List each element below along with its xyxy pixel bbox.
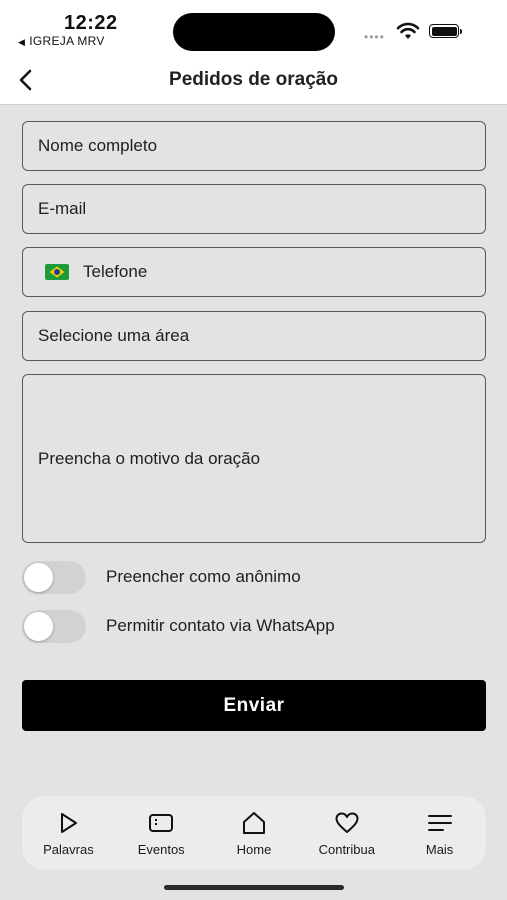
tab-contribua[interactable]: Contribua (300, 796, 393, 870)
whatsapp-toggle-row: Permitir contato via WhatsApp (22, 608, 335, 644)
brazil-flag-icon[interactable] (45, 264, 69, 280)
status-time: 12:22 (64, 12, 118, 34)
area-select[interactable]: Selecione uma área (22, 311, 486, 361)
menu-icon (427, 815, 452, 831)
anonymous-toggle-row: Preencher como anônimo (22, 559, 301, 595)
back-to-app-link[interactable]: ◀ IGREJA MRV (18, 34, 105, 48)
email-placeholder: E-mail (38, 199, 87, 218)
phone-placeholder: Telefone (83, 262, 148, 281)
tab-label: Palavras (43, 842, 94, 857)
whatsapp-label: Permitir contato via WhatsApp (106, 616, 335, 635)
home-indicator[interactable] (164, 885, 344, 890)
tab-palavras[interactable]: Palavras (22, 796, 115, 870)
dynamic-island (173, 13, 335, 51)
anonymous-label: Preencher como anônimo (106, 567, 301, 586)
name-field[interactable]: Nome completo (22, 121, 486, 171)
toggle-knob (24, 562, 53, 592)
area-placeholder: Selecione uma área (38, 326, 190, 345)
ticket-icon (149, 814, 174, 832)
tab-home[interactable]: Home (208, 796, 301, 870)
email-field[interactable]: E-mail (22, 184, 486, 234)
name-placeholder: Nome completo (38, 136, 158, 155)
tab-eventos[interactable]: Eventos (115, 796, 208, 870)
toggle-knob (24, 611, 53, 641)
page-title: Pedidos de oração (169, 69, 338, 90)
wifi-icon (396, 22, 420, 39)
back-triangle-icon: ◀ (18, 37, 26, 47)
back-app-label: IGREJA MRV (29, 34, 105, 48)
reason-placeholder: Preencha o motivo da oração (38, 448, 261, 468)
tab-bar: Palavras Eventos Home Contribua Mais (22, 796, 486, 870)
whatsapp-toggle[interactable] (22, 609, 86, 643)
phone-field[interactable]: Telefone (22, 247, 486, 297)
nav-header: Pedidos de oração (0, 56, 507, 105)
submit-button[interactable]: Enviar (22, 680, 486, 731)
battery-icon (429, 24, 462, 38)
tab-label: Contribua (318, 842, 375, 857)
tab-label: Eventos (137, 842, 185, 857)
tab-label: Home (236, 842, 272, 857)
reason-textarea[interactable]: Preencha o motivo da oração (22, 374, 486, 543)
tab-label: Mais (425, 842, 454, 857)
signal-dots-icon: •••• (364, 30, 385, 44)
heart-icon (335, 812, 359, 833)
anonymous-toggle[interactable] (22, 560, 86, 594)
home-icon (242, 812, 265, 834)
tab-mais[interactable]: Mais (393, 796, 486, 870)
status-bar: 12:22 ◀ IGREJA MRV •••• (0, 0, 507, 56)
play-icon (61, 813, 78, 833)
